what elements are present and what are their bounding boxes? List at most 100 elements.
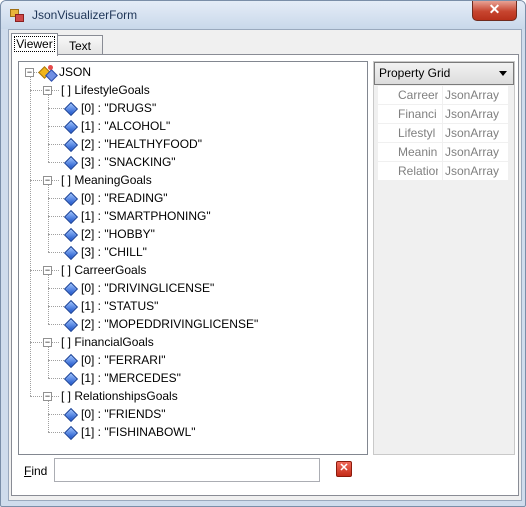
- tree-connector: [48, 185, 49, 252]
- tab-viewer-label: Viewer: [14, 36, 55, 52]
- viewer-tab-page: − JSON −[ ] LifestyleGoals [0] : "DRUGS" [1]…: [11, 54, 519, 496]
- tree-connector: [48, 216, 64, 217]
- tree-connector: [48, 234, 64, 235]
- title-bar[interactable]: JsonVisualizerForm ✕: [1, 1, 525, 29]
- tab-text[interactable]: Text: [57, 35, 103, 56]
- value-gem-icon: [63, 209, 79, 225]
- value-gem-icon: [63, 371, 79, 387]
- tree-connector: [48, 95, 49, 162]
- tree-item-label[interactable]: [1] : "STATUS": [81, 298, 158, 315]
- tree-item-label[interactable]: [1] : "SMARTPHONING": [81, 208, 211, 225]
- json-visualizer-window: JsonVisualizerForm ✕ Viewer Text − JSON −[…: [0, 0, 526, 507]
- clear-search-icon[interactable]: ✕: [336, 461, 352, 477]
- app-icon: [10, 9, 24, 22]
- tree-connector: [52, 180, 59, 181]
- tree-connector: [30, 180, 44, 181]
- property-name: Meanin: [398, 145, 438, 159]
- tree-item-label[interactable]: [3] : "CHILL": [81, 244, 147, 261]
- property-row[interactable]: Carreer JsonArray: [378, 86, 508, 105]
- property-value[interactable]: JsonArray: [442, 143, 511, 161]
- property-row[interactable]: Meanin JsonArray: [378, 143, 508, 162]
- form-client-area: Viewer Text − JSON −[ ] LifestyleGoals [0] …: [8, 29, 522, 501]
- tree-item-label[interactable]: [0] : "DRUGS": [81, 100, 156, 117]
- property-grid-selector[interactable]: Property Grid: [374, 62, 514, 85]
- property-row[interactable]: Financi JsonArray: [378, 105, 508, 124]
- tree-group-label[interactable]: [ ] MeaningGoals: [61, 172, 152, 189]
- group-expander[interactable]: −: [43, 266, 52, 275]
- value-gem-icon: [63, 353, 79, 369]
- property-value[interactable]: JsonArray: [442, 124, 511, 142]
- tree-connector: [48, 126, 64, 127]
- tree-item-label[interactable]: [0] : "READING": [81, 190, 168, 207]
- value-gem-icon: [63, 299, 79, 315]
- property-value[interactable]: JsonArray: [442, 162, 511, 180]
- tree-item-label[interactable]: [1] : "FISHINABOWL": [81, 424, 196, 441]
- tree-connector: [52, 90, 59, 91]
- property-value[interactable]: JsonArray: [442, 86, 511, 104]
- value-gem-icon: [63, 317, 79, 333]
- property-grid-selector-label: Property Grid: [379, 66, 451, 80]
- tree-connector: [30, 396, 44, 397]
- tree-connector: [48, 288, 64, 289]
- tab-viewer[interactable]: Viewer: [11, 33, 58, 56]
- tab-text-label: Text: [68, 39, 91, 53]
- value-gem-icon: [63, 407, 79, 423]
- tree-group-label[interactable]: [ ] LifestyleGoals: [61, 82, 150, 99]
- tree-item-label[interactable]: [0] : "FERRARI": [81, 352, 166, 369]
- json-root-icon: [38, 65, 58, 82]
- property-name: Relation: [398, 164, 438, 178]
- tree-connector: [48, 360, 64, 361]
- property-name: Carreer: [398, 88, 438, 102]
- property-value[interactable]: JsonArray: [442, 105, 511, 123]
- group-expander[interactable]: −: [43, 392, 52, 401]
- group-expander[interactable]: −: [43, 176, 52, 185]
- tree-item-label[interactable]: [1] : "MERCEDES": [81, 370, 181, 387]
- tree-connector: [48, 306, 64, 307]
- tree-item-label[interactable]: [0] : "FRIENDS": [81, 406, 166, 423]
- find-label: Find: [24, 464, 47, 478]
- value-gem-icon: [63, 119, 79, 135]
- tree-connector: [52, 396, 59, 397]
- tree-connector: [48, 347, 49, 378]
- tree-item-label[interactable]: [0] : "DRIVINGLICENSE": [81, 280, 214, 297]
- property-name: Lifestyl: [398, 126, 436, 140]
- property-row[interactable]: Relation JsonArray: [378, 162, 508, 181]
- value-gem-icon: [63, 191, 79, 207]
- tree-group-label[interactable]: [ ] RelationshipsGoals: [61, 388, 178, 405]
- tree-connector: [48, 432, 64, 433]
- tree-connector: [48, 144, 64, 145]
- tree-connector: [30, 76, 31, 396]
- tree-group-label[interactable]: [ ] CarreerGoals: [61, 262, 146, 279]
- value-gem-icon: [63, 281, 79, 297]
- find-input[interactable]: [54, 458, 320, 482]
- value-gem-icon: [63, 101, 79, 117]
- tree-connector: [48, 162, 64, 163]
- value-gem-icon: [63, 227, 79, 243]
- tree-connector: [52, 342, 59, 343]
- close-button[interactable]: ✕: [472, 1, 517, 21]
- tree-connector: [30, 90, 44, 91]
- tree-connector: [48, 401, 49, 432]
- chevron-down-icon: [499, 71, 507, 76]
- window-title: JsonVisualizerForm: [32, 8, 138, 22]
- tree-item-label[interactable]: [2] : "MOPEDDRIVINGLICENSE": [81, 316, 258, 333]
- tree-root-label[interactable]: JSON: [59, 64, 91, 81]
- tree-connector: [30, 270, 44, 271]
- tree-group-label[interactable]: [ ] FinancialGoals: [61, 334, 154, 351]
- tree-item-label[interactable]: [3] : "SNACKING": [81, 154, 176, 171]
- find-label-rest: ind: [31, 464, 48, 478]
- tree-connector: [48, 324, 64, 325]
- tree-item-label[interactable]: [2] : "HEALTHYFOOD": [81, 136, 202, 153]
- property-row[interactable]: Lifestyl JsonArray: [378, 124, 508, 143]
- tree-connector: [48, 252, 64, 253]
- group-expander[interactable]: −: [43, 338, 52, 347]
- tree-item-label[interactable]: [2] : "HOBBY": [81, 226, 155, 243]
- value-gem-icon: [63, 245, 79, 261]
- tree-item-label[interactable]: [1] : "ALCOHOL": [81, 118, 170, 135]
- tree-connector: [48, 414, 64, 415]
- property-panel: Property Grid Carreer JsonArray Financi Jso…: [373, 61, 515, 455]
- tree-connector: [52, 270, 59, 271]
- group-expander[interactable]: −: [43, 86, 52, 95]
- tree-connector: [48, 198, 64, 199]
- json-tree-view[interactable]: − JSON −[ ] LifestyleGoals [0] : "DRUGS" [1]…: [18, 61, 368, 455]
